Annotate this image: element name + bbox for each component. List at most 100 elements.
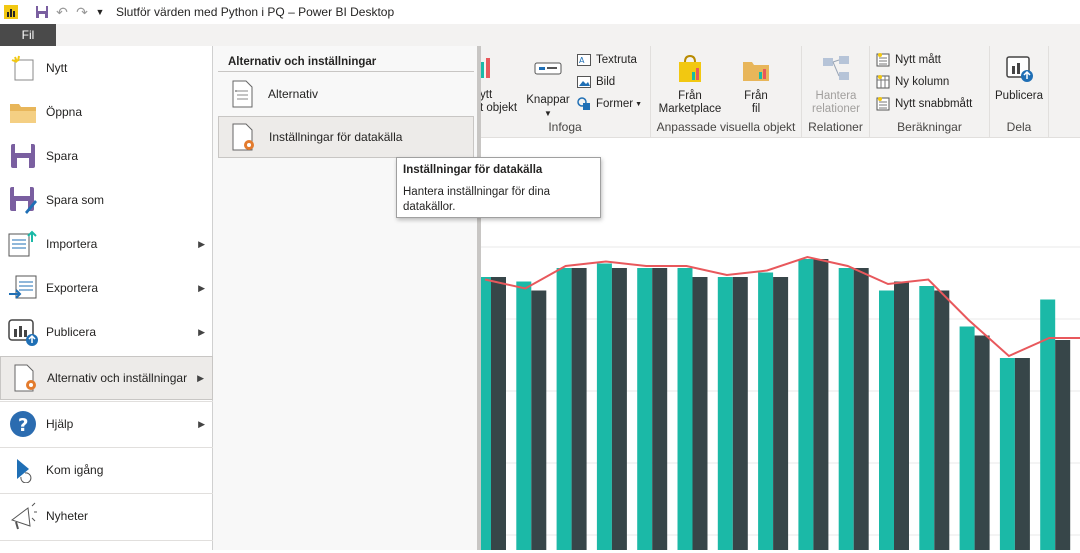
menu-item-open[interactable]: Öppna xyxy=(0,90,213,134)
manage-relations-button[interactable]: Hantera relationer xyxy=(806,54,866,116)
group-label-calculations: Beräkningar xyxy=(897,120,962,134)
powerbi-logo-icon xyxy=(0,0,22,24)
from-marketplace-button[interactable]: Från Marketplace xyxy=(657,54,723,116)
chart-bar[interactable] xyxy=(879,290,894,551)
redo-icon[interactable]: ↷ xyxy=(72,0,92,24)
chart-bar[interactable] xyxy=(611,268,627,550)
save-as-icon xyxy=(0,178,46,222)
chart-bar[interactable] xyxy=(919,286,935,550)
chart-bar[interactable] xyxy=(813,259,829,550)
chart-bar[interactable] xyxy=(637,268,653,550)
chart-bar[interactable] xyxy=(652,268,668,550)
publish-icon xyxy=(0,310,46,354)
megaphone-icon xyxy=(0,494,46,538)
chart-bar[interactable] xyxy=(677,268,693,550)
ribbon-group-custom-visuals: Från Marketplace Från fil Anpassade visu… xyxy=(651,46,802,138)
tooltip: Inställningar för datakälla Hantera inst… xyxy=(396,157,601,218)
folder-icon xyxy=(0,90,46,134)
calculator-icon xyxy=(876,53,890,67)
chart-bar[interactable] xyxy=(934,290,950,551)
menu-item-save[interactable]: Spara xyxy=(0,134,213,178)
marketplace-icon xyxy=(679,54,701,82)
from-file-button[interactable]: Från fil xyxy=(731,54,781,116)
menu-divider xyxy=(0,540,213,541)
table-icon xyxy=(876,75,890,89)
chart-bar[interactable] xyxy=(853,268,869,550)
ribbon-tab-row xyxy=(0,24,1080,46)
submenu-header: Alternativ och inställningar xyxy=(218,50,474,72)
new-column-button[interactable]: Ny kolumn xyxy=(876,75,949,89)
group-label-insert: Infoga xyxy=(548,120,582,134)
image-button[interactable]: Bild xyxy=(577,75,615,89)
chart-bar[interactable] xyxy=(571,268,587,550)
undo-icon[interactable]: ↶ xyxy=(52,0,72,24)
options-submenu: Alternativ och inställningar Alternativ … xyxy=(213,46,481,550)
textbox-icon: A xyxy=(577,53,591,67)
folder-visual-icon xyxy=(743,62,769,81)
visual-icon xyxy=(480,58,498,82)
file-menu: Nytt Öppna Spara Spara som Importera ▶ E… xyxy=(0,46,213,550)
chart-bar[interactable] xyxy=(692,277,708,550)
chart-bar[interactable] xyxy=(596,263,612,551)
help-icon: ? xyxy=(0,402,46,446)
menu-item-help[interactable]: ? Hjälp ▶ xyxy=(0,402,213,446)
chevron-right-icon: ▶ xyxy=(198,238,205,249)
shapes-icon xyxy=(577,97,591,111)
chevron-right-icon: ▶ xyxy=(198,282,205,293)
menu-item-options-settings[interactable]: Alternativ och inställningar ▶ xyxy=(0,356,213,400)
chart-bar[interactable] xyxy=(974,335,990,551)
window-title: Slutför värden med Python i PQ – Power B… xyxy=(116,5,395,19)
chart-bar[interactable] xyxy=(491,277,506,550)
svg-text:A: A xyxy=(579,56,585,65)
publish-ribbon-button[interactable]: Publicera xyxy=(992,54,1046,103)
chart-bar[interactable] xyxy=(1014,358,1030,550)
submenu-item-data-source-settings[interactable]: Inställningar för datakälla xyxy=(218,116,474,158)
menu-item-publish[interactable]: Publicera ▶ xyxy=(0,310,213,354)
tooltip-text: Hantera inställningar för dina datakällo… xyxy=(403,186,551,213)
new-measure-button[interactable]: Nytt mått xyxy=(876,53,941,67)
chevron-right-icon: ▶ xyxy=(197,372,204,383)
group-label-relations: Relationer xyxy=(808,120,863,134)
chart-bar[interactable] xyxy=(773,277,789,550)
menu-item-news[interactable]: Nyheter xyxy=(0,494,213,538)
chart-bar[interactable] xyxy=(1055,340,1071,550)
menu-item-new[interactable]: Nytt xyxy=(0,46,213,90)
save-icon[interactable] xyxy=(32,0,52,24)
data-source-settings-icon xyxy=(219,122,269,152)
chart-bar[interactable] xyxy=(556,268,572,550)
new-visual-button[interactable]: ytt t objekt xyxy=(480,89,520,115)
group-label-custom-visuals: Anpassade visuella objekt xyxy=(656,120,796,134)
chart-bar[interactable] xyxy=(999,358,1015,550)
submenu-item-options[interactable]: Alternativ xyxy=(218,73,474,115)
chart-bar[interactable] xyxy=(798,259,814,550)
chevron-down-icon: ▼ xyxy=(635,100,642,108)
get-started-icon xyxy=(0,448,46,492)
menu-item-get-started[interactable]: Kom igång xyxy=(0,448,213,492)
chevron-right-icon: ▶ xyxy=(198,326,205,337)
menu-item-import[interactable]: Importera ▶ xyxy=(0,222,213,266)
chart-bar[interactable] xyxy=(838,268,854,550)
title-bar: ↶ ↷ ▼ Slutför värden med Python i PQ – P… xyxy=(0,0,1080,24)
menu-item-save-as[interactable]: Spara som xyxy=(0,178,213,222)
menu-item-export[interactable]: Exportera ▶ xyxy=(0,266,213,310)
customize-quickaccess-icon[interactable]: ▼ xyxy=(92,0,108,24)
options-document-icon xyxy=(218,79,268,109)
chart-bar[interactable] xyxy=(894,281,909,551)
chart-bar[interactable] xyxy=(732,277,748,550)
buttons-dropdown[interactable]: Knappar ▼ xyxy=(524,58,572,120)
ribbon: ytt t objekt Knappar ▼ A Textruta Bild F… xyxy=(480,46,1080,138)
quick-measure-icon xyxy=(876,97,890,111)
chart-bar[interactable] xyxy=(959,326,975,551)
chart-bar[interactable] xyxy=(717,277,733,550)
chart-bar[interactable] xyxy=(531,290,547,551)
chart-bar[interactable] xyxy=(758,272,774,551)
ribbon-group-relations: Hantera relationer Relationer xyxy=(802,46,870,138)
quick-measure-button[interactable]: Nytt snabbmått xyxy=(876,97,972,111)
chart-bar[interactable] xyxy=(480,277,491,550)
new-icon xyxy=(0,46,46,90)
shapes-dropdown[interactable]: Former ▼ xyxy=(577,97,642,111)
chart-bar[interactable] xyxy=(516,281,532,551)
ribbon-group-insert: ytt t objekt Knappar ▼ A Textruta Bild F… xyxy=(480,46,651,138)
tab-file[interactable]: Fil xyxy=(0,24,56,46)
textbox-button[interactable]: A Textruta xyxy=(577,53,637,67)
